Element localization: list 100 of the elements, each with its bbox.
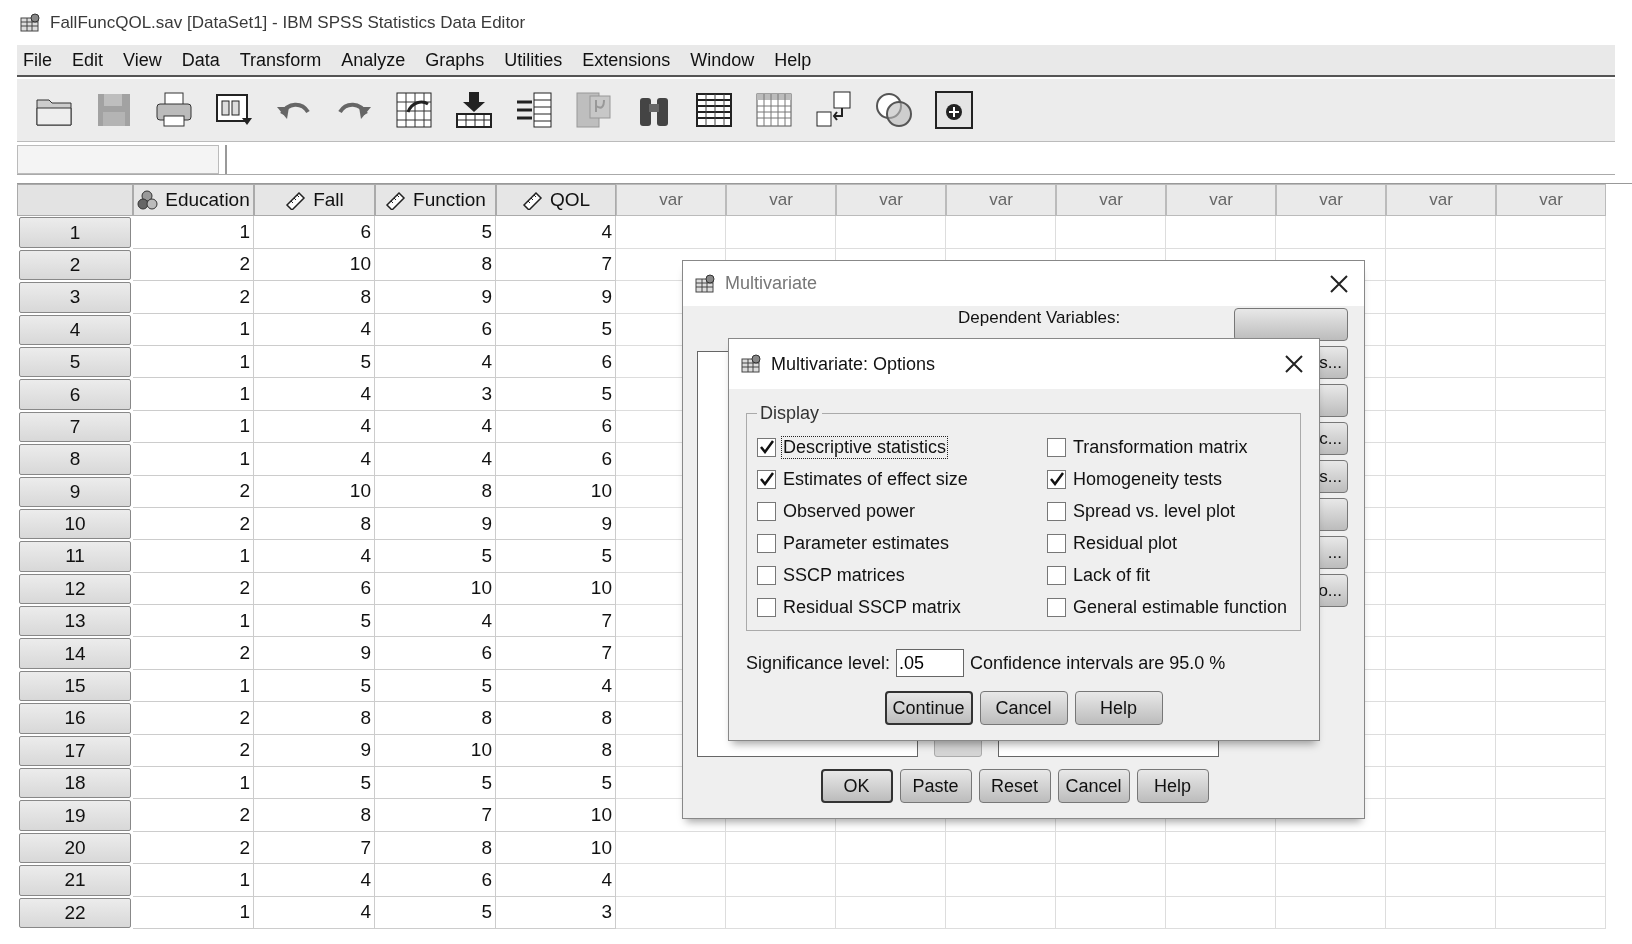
column-name: QOL [549,189,591,212]
dialog-button[interactable]: Reset [978,769,1051,803]
row-header[interactable]: 13 [19,606,131,637]
table-cell: 10 [496,475,616,508]
checkbox-label[interactable]: Spread vs. level plot [1072,500,1237,522]
checkbox-label[interactable]: Estimates of effect size [782,468,969,490]
table-cell: 2 [133,572,254,606]
table-cell: 5 [496,313,616,346]
row-header[interactable]: 22 [19,897,131,928]
menu-item[interactable]: Analyze [335,49,420,71]
menu-item[interactable]: Utilities [498,49,577,71]
table-cell: 7 [496,605,616,638]
table-cell: 1 [133,864,254,897]
dialog-button[interactable]: Help [1136,769,1209,803]
checkbox[interactable] [1047,437,1066,457]
checkbox[interactable] [757,533,776,553]
row-header[interactable]: 1 [19,217,131,248]
menu-item[interactable]: Data [175,49,234,71]
row-header[interactable]: 9 [19,476,131,507]
table-cell: 5 [254,605,375,638]
checkbox-label[interactable]: Residual SSCP matrix [782,596,962,618]
table-cell: 8 [496,702,616,735]
column-header[interactable]: var [836,184,946,217]
menu-item[interactable]: Help [768,49,826,71]
table-cell: 10 [496,799,616,832]
row-header[interactable]: 20 [19,832,131,864]
row-header[interactable]: 19 [19,800,131,831]
checkbox[interactable] [757,565,776,585]
column-header[interactable]: Function [375,184,496,217]
column-header[interactable]: Education [133,184,254,217]
table-cell: 1 [133,540,254,573]
checkbox-label[interactable]: Transformation matrix [1072,436,1249,458]
column-header[interactable]: var [1056,184,1166,217]
checkbox-label[interactable]: Lack of fit [1072,564,1152,586]
column-header[interactable]: var [1496,184,1606,217]
column-header[interactable]: var [726,184,836,217]
column-header[interactable]: QOL [496,184,616,217]
dialog-button[interactable]: Cancel [1057,769,1130,803]
table-cell: 7 [375,799,496,832]
row-header[interactable]: 17 [19,735,131,767]
checkbox-label[interactable]: SSCP matrices [782,564,906,586]
app-icon [20,12,42,33]
table-cell: 9 [254,637,375,670]
checkbox-label[interactable]: Homogeneity tests [1072,468,1224,490]
row-header[interactable]: 16 [19,703,131,734]
checkbox[interactable] [1047,565,1066,585]
menu-item[interactable]: Extensions [576,49,685,71]
checkbox[interactable] [1047,501,1066,521]
row-header[interactable]: 14 [19,638,131,669]
row-header[interactable]: 5 [19,346,131,378]
row-header[interactable]: 15 [19,670,131,702]
checkbox-label[interactable]: Residual plot [1072,532,1179,554]
menu-item[interactable]: Edit [66,49,118,71]
column-header[interactable]: var [1166,184,1276,217]
dialog-button[interactable]: Help [1074,691,1163,725]
input-field[interactable]: .05 [896,649,965,677]
row-header[interactable]: 7 [19,411,131,443]
column-header[interactable]: var [1276,184,1386,217]
checkbox[interactable] [757,469,776,489]
checkbox-label[interactable]: Observed power [782,500,917,522]
menu-item[interactable]: Transform [233,49,336,71]
checkbox[interactable] [1047,597,1066,617]
checkbox[interactable] [757,437,776,457]
dialog-button[interactable]: Continue [884,691,973,725]
table-cell: 1 [133,896,254,929]
row-header[interactable]: 18 [19,768,131,799]
checkbox[interactable] [1047,469,1066,489]
table-cell: 1 [133,216,254,249]
checkbox[interactable] [757,597,776,617]
row-header[interactable]: 4 [19,314,131,345]
row-header[interactable]: 10 [19,508,131,540]
checkbox[interactable] [757,501,776,521]
dialog-title: Multivariate [725,273,818,294]
menu-item[interactable]: View [117,49,176,71]
row-header[interactable]: 12 [19,573,131,605]
menu-item[interactable]: File [17,49,66,71]
column-header[interactable]: var [1386,184,1496,217]
menu-item[interactable]: Window [684,49,769,71]
checkbox[interactable] [1047,533,1066,553]
dialog-button[interactable]: Paste [899,769,972,803]
table-cell: 1 [133,410,254,444]
column-header[interactable]: Fall [254,184,375,217]
table-cell: 6 [254,572,375,606]
checkbox-label[interactable]: Parameter estimates [782,532,951,554]
table-cell: 10 [496,572,616,606]
row-header[interactable]: 8 [19,444,131,475]
column-header[interactable]: var [946,184,1056,217]
column-header[interactable]: var [616,184,726,217]
row-header[interactable]: 6 [19,379,131,410]
dialog-button[interactable]: OK [820,769,893,803]
row-header[interactable]: 21 [19,865,131,896]
row-header[interactable]: 11 [19,541,131,572]
menu-item[interactable]: Graphs [419,49,499,71]
row-header[interactable]: 3 [19,282,131,313]
side-button[interactable] [1234,308,1348,341]
checkbox-label[interactable]: General estimable function [1072,596,1289,618]
checkbox-label[interactable]: Descriptive statistics [782,436,948,458]
table-cell: 5 [254,767,375,800]
dialog-button[interactable]: Cancel [979,691,1068,725]
row-header[interactable]: 2 [19,249,131,281]
